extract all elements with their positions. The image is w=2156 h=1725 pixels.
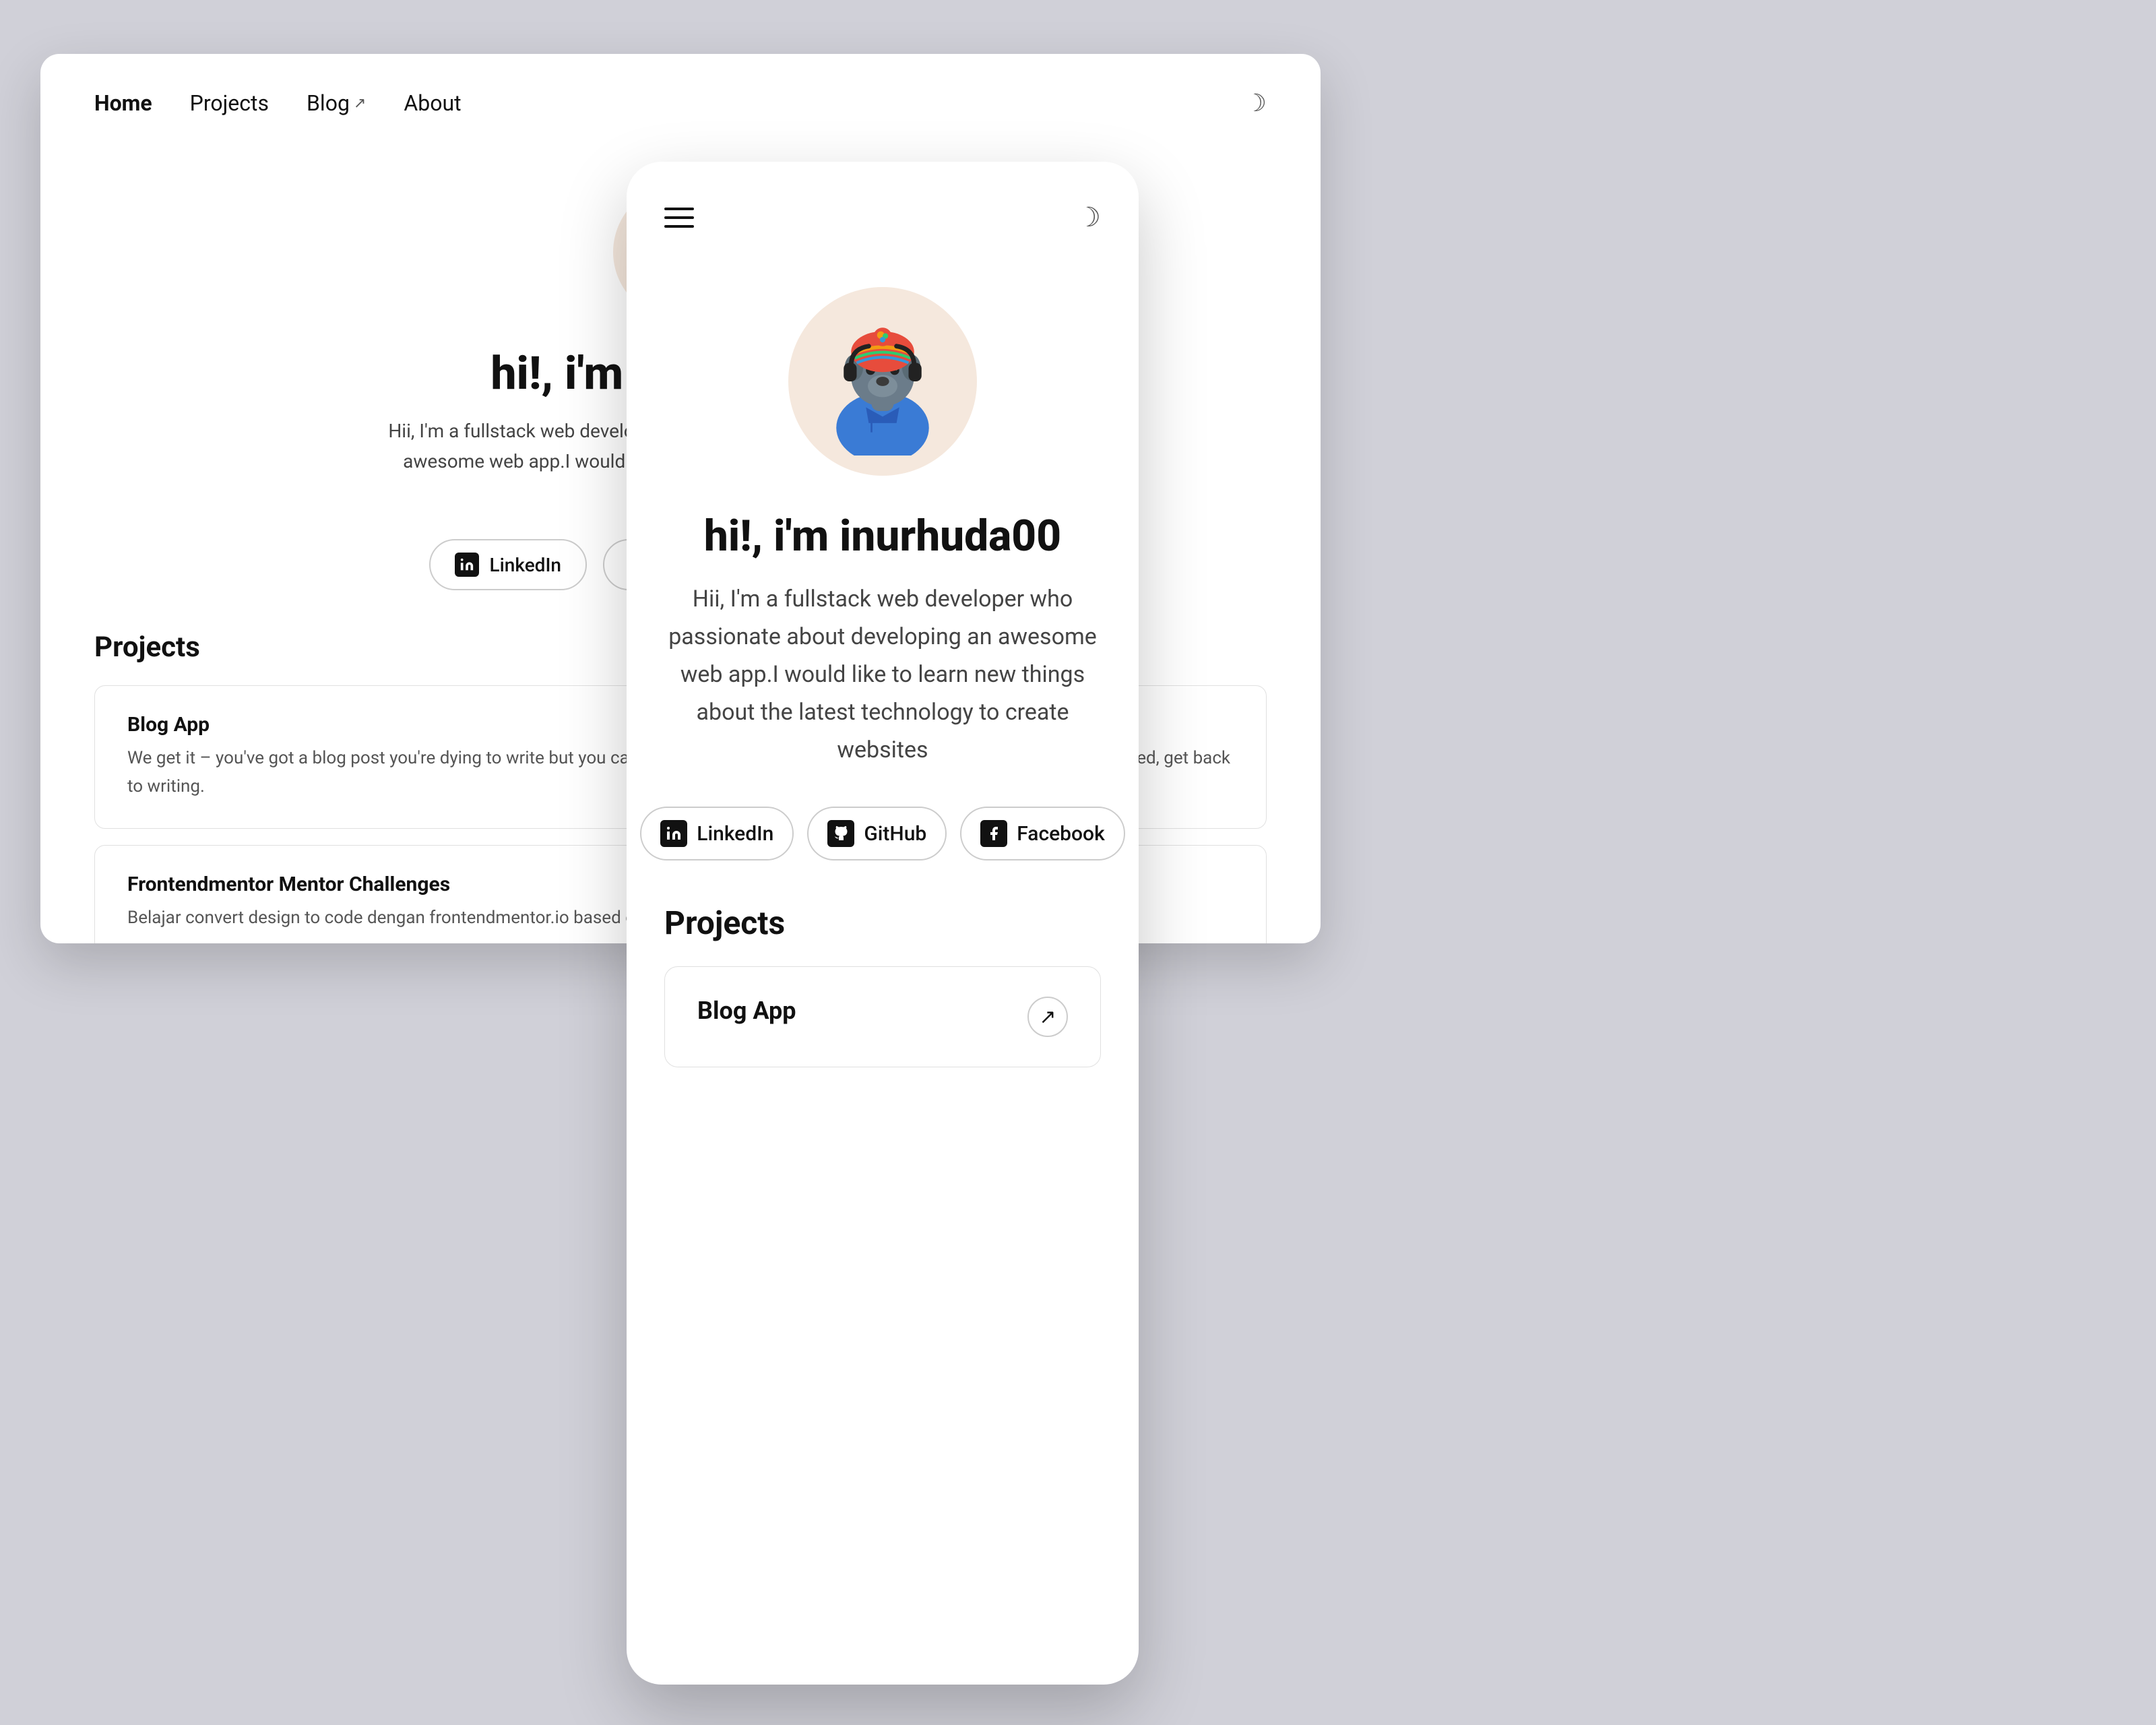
mobile-linkedin-button[interactable]: LinkedIn xyxy=(640,807,794,860)
hamburger-line-3 xyxy=(664,225,694,228)
mobile-github-icon xyxy=(827,820,854,847)
hamburger-line-1 xyxy=(664,208,694,210)
nav-home[interactable]: Home xyxy=(94,90,152,116)
mobile-window: ☽ xyxy=(627,162,1139,1685)
hamburger-menu[interactable] xyxy=(664,208,694,228)
hamburger-line-2 xyxy=(664,216,694,219)
mobile-linkedin-icon xyxy=(660,820,687,847)
mobile-facebook-icon xyxy=(980,820,1007,847)
dark-mode-toggle[interactable]: ☽ xyxy=(1245,89,1267,117)
mobile-hero-title: hi!, i'm inurhuda00 xyxy=(704,511,1061,561)
mobile-social-buttons: LinkedIn GitHub Facebook xyxy=(664,807,1101,860)
external-link-icon: ↗ xyxy=(354,95,366,112)
mobile-project-content: Blog App xyxy=(697,997,1014,1025)
mobile-nav: ☽ xyxy=(627,162,1139,260)
mobile-project-name: Blog App xyxy=(697,997,1014,1025)
desktop-nav: Home Projects Blog ↗ About ☽ xyxy=(40,54,1321,144)
nav-projects[interactable]: Projects xyxy=(190,90,269,116)
nav-links: Home Projects Blog ↗ About xyxy=(94,90,462,116)
mobile-hero: hi!, i'm inurhuda00 Hii, I'm a fullstack… xyxy=(627,260,1139,1127)
mobile-hero-description: Hii, I'm a fullstack web developer who p… xyxy=(664,580,1101,769)
mobile-project-card-blogapp[interactable]: Blog App ↗ xyxy=(664,966,1101,1067)
nav-blog[interactable]: Blog ↗ xyxy=(307,90,366,116)
mobile-avatar-illustration xyxy=(808,307,957,456)
linkedin-icon xyxy=(455,553,479,577)
project-arrow-button[interactable]: ↗ xyxy=(1027,997,1068,1037)
nav-about[interactable]: About xyxy=(404,90,461,116)
mobile-github-button[interactable]: GitHub xyxy=(807,807,947,860)
linkedin-button[interactable]: LinkedIn xyxy=(429,539,587,590)
mobile-projects-heading: Projects xyxy=(664,904,1101,942)
mobile-dark-mode-toggle[interactable]: ☽ xyxy=(1077,202,1101,233)
mobile-facebook-button[interactable]: Facebook xyxy=(960,807,1124,860)
mobile-avatar xyxy=(788,287,977,476)
mobile-projects-section: Projects Blog App ↗ xyxy=(664,904,1101,1086)
